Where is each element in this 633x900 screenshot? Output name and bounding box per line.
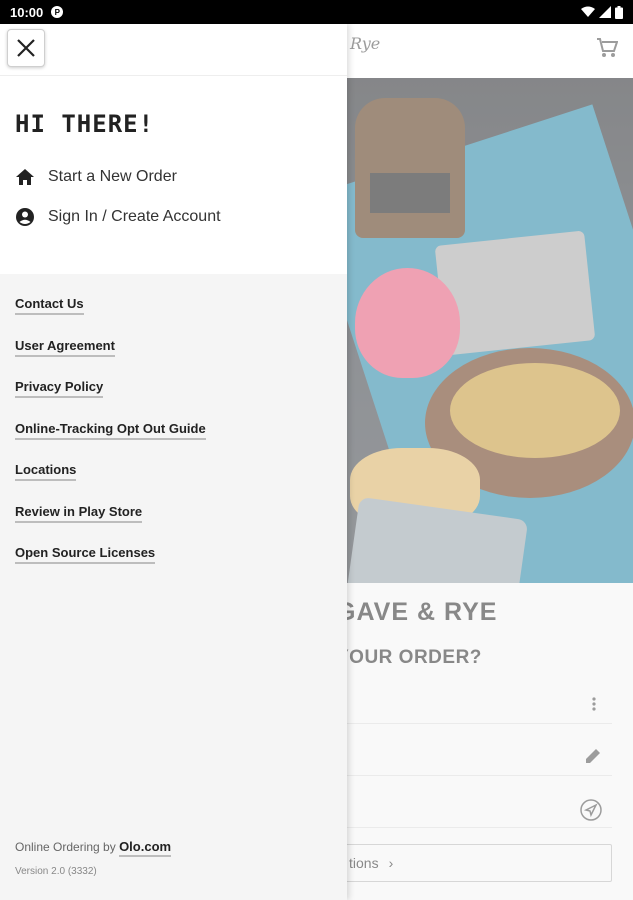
signal-icon <box>599 6 611 18</box>
powered-by-label: Online Ordering by <box>15 840 116 854</box>
locations-link[interactable]: Locations <box>15 462 77 481</box>
app-notification-icon: P <box>51 6 64 18</box>
app-version: Version 2.0 (3332) <box>15 866 97 877</box>
home-icon <box>16 169 34 185</box>
user-agreement-link[interactable]: User Agreement <box>15 338 115 357</box>
start-new-order-item[interactable]: Start a New Order <box>15 168 177 186</box>
status-icons <box>581 5 623 19</box>
sign-in-item[interactable]: Sign In / Create Account <box>15 207 221 227</box>
contact-us-link[interactable]: Contact Us <box>15 296 84 315</box>
review-play-store-link[interactable]: Review in Play Store <box>15 504 143 523</box>
status-bar: 10:00 P <box>0 0 633 24</box>
navigation-drawer: HI THERE! Start a New Order Sign In / Cr… <box>0 24 347 900</box>
drawer-header: HI THERE! Start a New Order Sign In / Cr… <box>0 24 347 274</box>
status-time: 10:00 <box>10 4 44 20</box>
powered-by: Online Ordering by Olo.com <box>15 839 172 857</box>
divider <box>0 75 347 76</box>
wifi-icon <box>581 6 595 17</box>
start-new-order-label: Start a New Order <box>48 168 177 185</box>
greeting-heading: HI THERE! <box>15 110 155 138</box>
olo-link[interactable]: Olo.com <box>119 839 172 857</box>
tracking-opt-out-link[interactable]: Online-Tracking Opt Out Guide <box>15 421 206 440</box>
sign-in-label: Sign In / Create Account <box>48 208 221 225</box>
account-circle-icon <box>16 208 34 226</box>
close-button[interactable] <box>7 29 45 67</box>
privacy-policy-link[interactable]: Privacy Policy <box>15 379 104 398</box>
open-source-licenses-link[interactable]: Open Source Licenses <box>15 545 156 564</box>
battery-icon <box>615 5 623 19</box>
close-icon <box>17 39 35 57</box>
